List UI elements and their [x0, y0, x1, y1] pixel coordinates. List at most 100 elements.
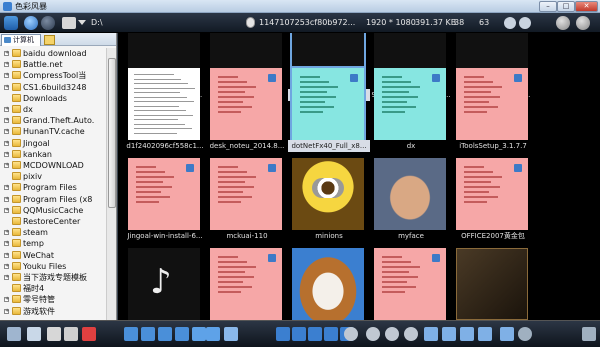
thumbnail-item[interactable]: myface [370, 156, 452, 248]
tree-folder-item[interactable]: + temp [0, 238, 106, 249]
sidebar-scrollbar[interactable] [106, 48, 116, 320]
option-icon[interactable] [519, 17, 531, 29]
expand-icon[interactable]: + [4, 84, 9, 90]
thumbnail-item[interactable] [288, 246, 370, 320]
delete-icon[interactable] [82, 327, 96, 341]
print-icon[interactable] [64, 327, 78, 341]
copy-icon[interactable] [47, 327, 61, 341]
tree-folder-item[interactable]: RestoreCenter [0, 216, 106, 227]
grid-1-icon[interactable] [124, 327, 138, 341]
expand-icon[interactable]: + [4, 196, 9, 202]
tab-computer[interactable]: 计算机 [1, 34, 41, 46]
expand-icon[interactable]: + [4, 107, 9, 112]
expand-icon[interactable]: + [4, 263, 9, 269]
thumbnail-item[interactable]: d1f2402096cf558c1... [124, 66, 206, 158]
thumbnail-item[interactable]: desk_noteu_2014.8... [206, 66, 288, 158]
forward-icon[interactable] [41, 16, 55, 30]
thumbnail-item[interactable]: mckuai-110 [206, 156, 288, 248]
maximize-button[interactable]: □ [557, 1, 575, 12]
expand-icon[interactable]: + [4, 252, 9, 258]
image-icon[interactable] [192, 327, 206, 341]
tree-folder-item[interactable]: + QQMusicCache [0, 205, 106, 216]
play-icon[interactable] [308, 327, 322, 341]
scrollbar-thumb[interactable] [108, 58, 116, 208]
zoom-in-icon[interactable] [404, 327, 418, 341]
tree-folder-item[interactable]: pixiv [0, 171, 106, 182]
screen-1-icon[interactable] [424, 327, 438, 341]
info-icon[interactable] [518, 327, 532, 341]
tree-folder-item[interactable]: + CompressTool当 [0, 70, 106, 81]
tree-folder-item[interactable]: + Youku Files [0, 261, 106, 272]
thumbnail-item[interactable]: dotNetFx40_Full_x8... [288, 66, 370, 158]
thumbnail-item[interactable] [206, 246, 288, 320]
zoom-fit-icon[interactable] [385, 327, 399, 341]
expand-icon[interactable]: + [4, 73, 9, 79]
screen-2-icon[interactable] [442, 327, 456, 341]
expand-icon[interactable]: + [4, 118, 9, 124]
grid-4-icon[interactable] [175, 327, 189, 341]
expand-icon[interactable]: + [4, 207, 9, 213]
frame-icon[interactable] [206, 327, 220, 341]
tree-folder-item[interactable]: + Jingoal [0, 138, 106, 149]
close-button[interactable]: ✕ [575, 1, 598, 12]
app-menu-icon[interactable] [4, 16, 18, 30]
previous-icon[interactable] [556, 16, 570, 30]
expand-icon[interactable]: + [4, 51, 9, 56]
expand-icon[interactable]: + [4, 163, 9, 168]
thumbnail-item[interactable] [452, 246, 534, 320]
settings-icon[interactable] [344, 327, 358, 341]
tree-folder-item[interactable]: + 当下游戏专题模板 [0, 272, 106, 283]
expand-icon[interactable]: + [4, 275, 9, 280]
grid-3-icon[interactable] [158, 327, 172, 341]
expand-icon[interactable]: + [4, 129, 9, 135]
tree-folder-item[interactable]: + Program Files [0, 182, 106, 193]
tree-folder-item[interactable]: + baidu download [0, 48, 106, 59]
tree-folder-item[interactable]: Downloads [0, 93, 106, 104]
expand-icon[interactable]: + [4, 151, 9, 157]
expand-icon[interactable]: + [4, 230, 9, 236]
tree-folder-item[interactable]: + CS1.6build3248 [0, 82, 106, 93]
tree-folder-item[interactable]: 福时4 [0, 283, 106, 294]
expand-icon[interactable]: + [4, 140, 9, 146]
current-path[interactable]: D:\ [91, 18, 103, 28]
expand-icon[interactable]: + [4, 241, 9, 247]
minimize-button[interactable]: – [539, 1, 557, 12]
tree-folder-item[interactable]: + dx [0, 104, 106, 115]
tree-folder-item[interactable]: + steam [0, 227, 106, 238]
expand-icon[interactable]: + [4, 185, 9, 191]
drive-icon[interactable] [62, 17, 76, 29]
thumbnail-item[interactable]: Jingoal-win-install-6... [124, 156, 206, 248]
back-icon[interactable] [24, 16, 38, 30]
grid-2-icon[interactable] [141, 327, 155, 341]
tree-folder-item[interactable]: + 游戏软件 [0, 306, 106, 317]
screen-4-icon[interactable] [478, 327, 492, 341]
tree-folder-item[interactable]: + MCDOWNLOAD [0, 160, 106, 171]
thumbnail-item[interactable]: minions [288, 156, 370, 248]
tree-folder-item[interactable]: + HunanTV.cache [0, 126, 106, 137]
edit-icon[interactable] [224, 327, 238, 341]
screen-3-icon[interactable] [460, 327, 474, 341]
thumbnail-item[interactable]: ♪ [124, 246, 206, 320]
fullscreen-icon[interactable] [500, 327, 514, 341]
thumbnail-item[interactable]: OFFICE2007黄金包 [452, 156, 534, 248]
expand-icon[interactable]: + [4, 62, 9, 68]
back-icon[interactable] [7, 327, 21, 341]
tree-folder-item[interactable]: + Battle.net [0, 59, 106, 70]
next-icon[interactable] [324, 327, 338, 341]
thumbnail-item[interactable]: dx [370, 66, 452, 158]
expand-icon[interactable]: + [4, 297, 9, 303]
prev-icon[interactable] [292, 327, 306, 341]
tree-folder-item[interactable]: + WeChat [0, 250, 106, 261]
first-icon[interactable] [276, 327, 290, 341]
thumbnail-item[interactable] [370, 246, 452, 320]
zoom-out-icon[interactable] [366, 327, 380, 341]
expand-icon[interactable]: + [4, 308, 9, 314]
tree-folder-item[interactable]: + Grand.Theft.Auto. [0, 115, 106, 126]
thumbnail-item[interactable]: iToolsSetup_3.1.7.7 [452, 66, 534, 158]
option-icon[interactable] [504, 17, 516, 29]
menu-icon[interactable] [582, 327, 596, 341]
tree-folder-item[interactable]: + kankan [0, 149, 106, 160]
tree-folder-item[interactable]: + 零号特管 [0, 294, 106, 305]
dropdown-arrow-icon[interactable] [78, 20, 86, 25]
tree-folder-item[interactable]: + Program Files (x8 [0, 194, 106, 205]
